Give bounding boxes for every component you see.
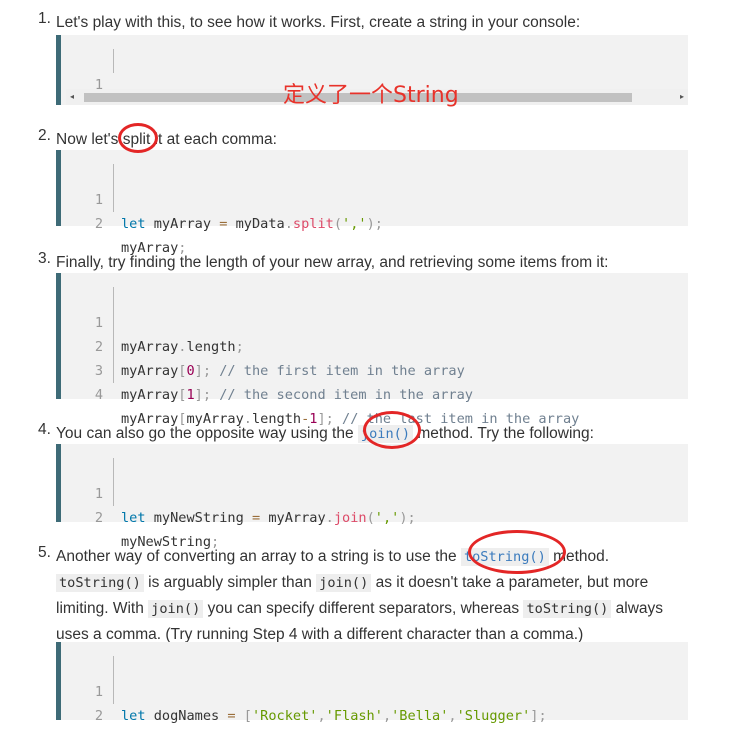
code-line: 1 let dogNames = ['Rocket','Flash','Bell…: [61, 656, 688, 724]
code-block[interactable]: 1 let myNewString = myArray.join(','); 2…: [56, 444, 688, 550]
code-line: 1 let myData = 'Manchester,London,Liverp…: [61, 49, 688, 105]
code-token: ,: [382, 708, 392, 724]
code-block[interactable]: 1 myArray.length; 2 myArray[0]; // the f…: [56, 273, 688, 427]
code-token: myArray: [145, 216, 220, 232]
code-token: 1: [186, 387, 195, 403]
code-token: myArray: [260, 510, 326, 526]
step-text: Another way of converting an array to a …: [56, 544, 696, 647]
step-number: 2.: [38, 127, 51, 144]
scroll-right-arrow-icon[interactable]: ▸: [680, 92, 684, 101]
code-text: dogNames.toString(); // Rocket,Flash,Bel…: [121, 728, 530, 732]
code-line: 2 dogNames.toString(); // Rocket,Flash,B…: [61, 680, 688, 724]
code-token: );: [366, 216, 383, 232]
code-line: 4 myArray[myArray.length-1]; // the last…: [61, 359, 688, 427]
code-token: 'Bella': [391, 708, 449, 724]
code-token: // the second item in the array: [211, 387, 473, 403]
step-number: 5.: [38, 544, 51, 561]
code-token: ',': [342, 216, 367, 232]
text: you can specify different separators, wh…: [203, 600, 524, 617]
code-line: 1 let myNewString = myArray.join(',');: [61, 458, 688, 526]
code-line: 2 myNewString;: [61, 482, 688, 550]
step-text: Let's play with this, to see how it work…: [56, 14, 581, 31]
inline-code: toString(): [523, 600, 612, 618]
code-text: let dogNames = ['Rocket','Flash','Bella'…: [121, 704, 547, 728]
text: method. Try the following:: [413, 425, 594, 442]
code-line: 1 let myArray = myData.split(',');: [61, 164, 688, 232]
step-number: 3.: [38, 250, 51, 267]
code-text: myArray[1]; // the second item in the ar…: [121, 383, 473, 407]
code-block[interactable]: 1 let dogNames = ['Rocket','Flash','Bell…: [56, 642, 688, 724]
code-token: (: [366, 510, 375, 526]
code-token: ,: [317, 708, 326, 724]
line-number: 2: [94, 510, 103, 526]
text: Another way of converting an array to a …: [56, 548, 461, 565]
code-token: let: [121, 708, 146, 724]
code-line: 3 myArray[1]; // the second item in the …: [61, 335, 688, 403]
code-token: (: [333, 216, 343, 232]
line-number: 2: [94, 216, 103, 232]
step-number: 4.: [38, 421, 51, 438]
code-line: 2 myArray;: [61, 188, 688, 256]
annotation-circle: [118, 123, 158, 153]
code-token: =: [227, 708, 236, 724]
code-token: myNewString: [145, 510, 252, 526]
code-token: ];: [194, 387, 212, 403]
code-token: dogNames: [145, 708, 228, 724]
code-token: ',': [374, 510, 400, 526]
code-token: split: [292, 216, 334, 232]
code-block[interactable]: 1 let myArray = myData.split(','); 2 myA…: [56, 150, 688, 256]
code-token: let: [121, 510, 146, 526]
code-text: let myNewString = myArray.join(',');: [121, 506, 416, 530]
code-token: ];: [530, 708, 547, 724]
text: is arguably simpler than: [143, 574, 317, 591]
text: Now let's: [56, 131, 123, 148]
text: You can also go the opposite way using t…: [56, 425, 358, 442]
text: it at each comma:: [150, 131, 277, 148]
scroll-left-arrow-icon[interactable]: ◂: [70, 92, 74, 101]
code-line: 2 myArray[0]; // the first item in the a…: [61, 311, 688, 379]
code-token: let: [121, 216, 146, 232]
annotation-label: 定义了一个String: [283, 83, 459, 108]
line-number: 4: [94, 387, 103, 403]
line-number: 2: [94, 708, 103, 724]
inline-code: join(): [148, 600, 204, 618]
code-token: myArray: [121, 387, 179, 403]
code-line: 1 myArray.length;: [61, 287, 688, 355]
code-token: .: [284, 216, 293, 232]
code-token: ,: [448, 708, 457, 724]
inline-code: toString(): [56, 574, 144, 592]
code-token: myData: [227, 216, 285, 232]
code-token: =: [251, 510, 261, 526]
code-token: 'Flash': [325, 708, 383, 724]
code-token: );: [399, 510, 416, 526]
code-token: join: [333, 510, 367, 526]
code-token: [: [235, 708, 252, 724]
code-token: 'Rocket': [251, 708, 318, 724]
code-text: let myArray = myData.split(',');: [121, 212, 383, 236]
step-text: Finally, try finding the length of your …: [56, 254, 609, 271]
step-number: 1.: [38, 10, 51, 27]
code-token: .: [325, 510, 334, 526]
annotation-circle: [363, 411, 421, 449]
annotation-circle: [468, 530, 566, 574]
inline-code: join(): [316, 574, 372, 592]
code-token: 'Slugger': [456, 708, 531, 724]
